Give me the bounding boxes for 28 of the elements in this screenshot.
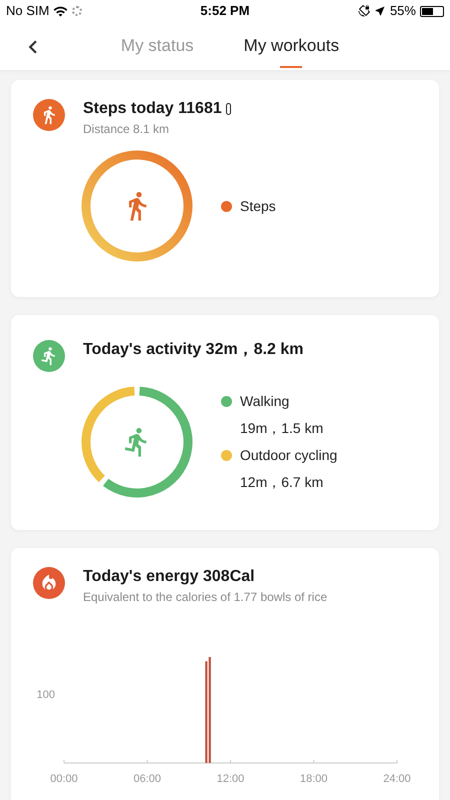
axis-label: 18:00 bbox=[300, 773, 328, 785]
rotation-lock-icon bbox=[358, 5, 370, 17]
card-title: Today's activity 32m，8.2 km bbox=[83, 340, 304, 360]
card-subtitle: Equivalent to the calories of 1.77 bowls of rice bbox=[83, 589, 328, 606]
band-icon bbox=[226, 103, 231, 115]
card-title: Steps today 11681 bbox=[83, 99, 222, 119]
location-icon bbox=[374, 5, 386, 17]
axis-label: 100 bbox=[36, 689, 55, 701]
axis-label: 24:00 bbox=[383, 773, 411, 785]
axis-label: 06:00 bbox=[133, 773, 162, 785]
legend-detail: 12m，6.7 km bbox=[240, 473, 324, 492]
spinner-icon bbox=[72, 6, 82, 16]
legend-label: Walking bbox=[240, 392, 290, 411]
status-time: 5:52 PM bbox=[200, 2, 250, 20]
card-subtitle: Distance 8.1 km bbox=[83, 121, 170, 138]
axis-label: 00:00 bbox=[50, 773, 78, 785]
running-icon bbox=[33, 340, 65, 372]
axis-label: 12:00 bbox=[216, 773, 244, 785]
legend-detail: 19m，1.5 km bbox=[240, 419, 324, 438]
battery-percent: 55% bbox=[390, 2, 416, 20]
carrier-label: No SIM bbox=[6, 2, 50, 20]
legend-label: Steps bbox=[240, 196, 276, 216]
tab[interactable]: My workouts bbox=[244, 22, 340, 70]
legend-label: Outdoor cycling bbox=[240, 446, 338, 465]
walking-icon bbox=[33, 99, 65, 131]
battery-icon bbox=[420, 6, 444, 16]
card-title: Today's energy 308Cal bbox=[83, 567, 255, 587]
flame-icon bbox=[33, 567, 65, 599]
